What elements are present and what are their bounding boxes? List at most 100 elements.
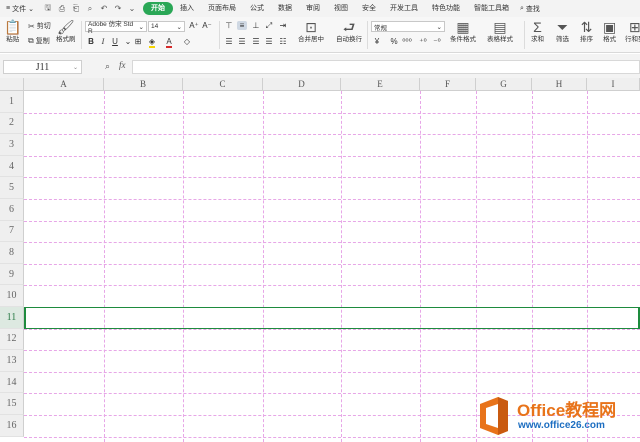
column-header-a[interactable]: A: [24, 78, 104, 91]
watermark-title: Office教程网: [517, 400, 617, 420]
tab-page-layout[interactable]: 页面布局: [201, 2, 243, 15]
sort-button[interactable]: ⇅ 排序: [580, 19, 593, 44]
row-header-7[interactable]: 7: [0, 220, 24, 243]
row-header-11[interactable]: 11: [0, 307, 24, 329]
column-header-i[interactable]: I: [587, 78, 640, 91]
column-header-g[interactable]: G: [476, 78, 532, 91]
row-header-5[interactable]: 5: [0, 177, 24, 199]
cut-label: 剪切: [36, 23, 51, 30]
print-preview-icon[interactable]: ⌕: [85, 4, 95, 14]
sum-button[interactable]: Σ 求和: [531, 19, 544, 44]
tab-home[interactable]: 开始: [142, 2, 173, 15]
tab-view[interactable]: 视图: [327, 2, 355, 15]
merge-center-button[interactable]: ⊡ 合并居中: [298, 19, 324, 44]
thousands-button[interactable]: ⁰⁰⁰: [402, 37, 412, 46]
percent-button[interactable]: %: [389, 37, 399, 46]
row-header-10[interactable]: 10: [0, 285, 24, 307]
row-header-1[interactable]: 1: [0, 91, 24, 113]
tab-smart-toolbox[interactable]: 智能工具箱: [467, 2, 516, 15]
chevron-down-icon: ⌄: [28, 5, 34, 13]
column-header-h[interactable]: H: [532, 78, 587, 91]
row-header-3[interactable]: 3: [0, 134, 24, 156]
align-left-button[interactable]: ☰: [224, 37, 234, 46]
row-header-2[interactable]: 2: [0, 112, 24, 135]
decrease-decimal-button[interactable]: ⁻⁰: [432, 37, 442, 46]
currency-button[interactable]: ¥: [372, 37, 382, 46]
column-header-b[interactable]: B: [104, 78, 183, 91]
save-icon[interactable]: 🖫: [43, 2, 53, 16]
row-header-15[interactable]: 15: [0, 393, 24, 415]
merge-center-label: 合并居中: [298, 36, 324, 43]
conditional-format-button[interactable]: ▦ 条件格式: [450, 19, 476, 44]
tab-review[interactable]: 审阅: [299, 2, 327, 15]
zoom-icon[interactable]: ⌕: [105, 61, 110, 72]
fx-icon[interactable]: fx: [119, 60, 126, 70]
tab-developer[interactable]: 开发工具: [383, 2, 425, 15]
redo-icon[interactable]: ↷: [113, 4, 123, 13]
justify-button[interactable]: ☰: [264, 37, 274, 46]
file-menu[interactable]: ≡ 文件 ⌄: [3, 4, 37, 14]
font-name-value: Adobe 仿宋 Std R: [88, 21, 134, 35]
select-all-corner[interactable]: [0, 78, 24, 91]
tab-data[interactable]: 数据: [271, 2, 299, 15]
tab-special-features[interactable]: 特色功能: [425, 2, 467, 15]
paste-button[interactable]: 📋 粘贴: [4, 19, 21, 44]
number-format-select[interactable]: 常规 ⌄: [371, 21, 445, 32]
row-header-6[interactable]: 6: [0, 199, 24, 221]
undo-icon[interactable]: ↶: [99, 4, 109, 13]
column-header-e[interactable]: E: [341, 78, 420, 91]
gridline-vertical: [263, 91, 264, 442]
align-center-button[interactable]: ☰: [237, 37, 247, 46]
font-size-select[interactable]: 14 ⌄: [148, 21, 185, 32]
column-header-c[interactable]: C: [183, 78, 263, 91]
gridline-horizontal: [24, 350, 640, 352]
align-bottom-button[interactable]: ⊥: [251, 21, 261, 30]
copy-button[interactable]: ⧉ 复制: [28, 36, 50, 46]
font-color-button[interactable]: A: [164, 37, 174, 48]
more-icon[interactable]: ⌄: [127, 4, 137, 13]
tab-formulas[interactable]: 公式: [243, 2, 271, 15]
table-style-button[interactable]: ▤ 表格样式: [487, 19, 513, 44]
row-header-13[interactable]: 13: [0, 350, 24, 372]
format-painter-button[interactable]: 🖌 格式刷: [56, 19, 76, 44]
row-header-16[interactable]: 16: [0, 415, 24, 437]
italic-button[interactable]: I: [98, 37, 108, 46]
print-icon[interactable]: ⎗: [71, 4, 81, 14]
spreadsheet-grid[interactable]: A B C D E F G H I 1 2 3 4 5 6 7 8 9 10 11 12 13 14 15 16: [0, 78, 640, 442]
fill-color-button[interactable]: ◈: [147, 37, 157, 48]
clear-button[interactable]: ◇: [182, 37, 192, 46]
decrease-font-button[interactable]: A⁻: [202, 21, 212, 30]
format-button[interactable]: ▣ 格式: [603, 19, 616, 44]
currency-icon: ¥: [374, 37, 380, 46]
row-header-8[interactable]: 8: [0, 242, 24, 264]
filter-button[interactable]: ⏷ 筛选: [556, 19, 569, 44]
wrap-text-button[interactable]: ⮐ 自动换行: [336, 19, 362, 44]
formula-input[interactable]: [132, 60, 640, 74]
column-header-f[interactable]: F: [420, 78, 476, 91]
indent-button[interactable]: ⇥: [278, 21, 288, 30]
align-right-button[interactable]: ☰: [251, 37, 261, 46]
row-header-14[interactable]: 14: [0, 371, 24, 394]
orientation-button[interactable]: ⤢: [264, 21, 274, 31]
cut-button[interactable]: ✂ 剪切: [28, 21, 51, 31]
bold-button[interactable]: B: [86, 37, 96, 46]
tab-security[interactable]: 安全: [355, 2, 383, 15]
border-button[interactable]: ⊞: [133, 37, 143, 46]
font-name-select[interactable]: Adobe 仿宋 Std R ⌄: [85, 21, 147, 35]
search-box[interactable]: ⌕ 查找: [520, 4, 540, 14]
row-header-4[interactable]: 4: [0, 155, 24, 178]
tab-insert[interactable]: 插入: [173, 2, 201, 15]
align-middle-button[interactable]: ≡: [237, 21, 247, 30]
column-header-d[interactable]: D: [263, 78, 341, 91]
underline-button[interactable]: U: [110, 37, 120, 46]
row-header-9[interactable]: 9: [0, 263, 24, 286]
increase-decimal-button[interactable]: ⁺⁰: [418, 37, 428, 46]
distributed-button[interactable]: ☷: [278, 37, 288, 46]
name-box[interactable]: J11 ⌄: [3, 60, 82, 74]
row-col-button[interactable]: ⊞ 行和列: [625, 19, 640, 44]
row-header-12[interactable]: 12: [0, 328, 24, 351]
underline-dropdown[interactable]: ⌄: [123, 37, 133, 46]
align-top-button[interactable]: ⊤: [224, 21, 234, 30]
export-icon[interactable]: ⎙: [57, 4, 67, 14]
increase-font-button[interactable]: A⁺: [189, 21, 199, 30]
